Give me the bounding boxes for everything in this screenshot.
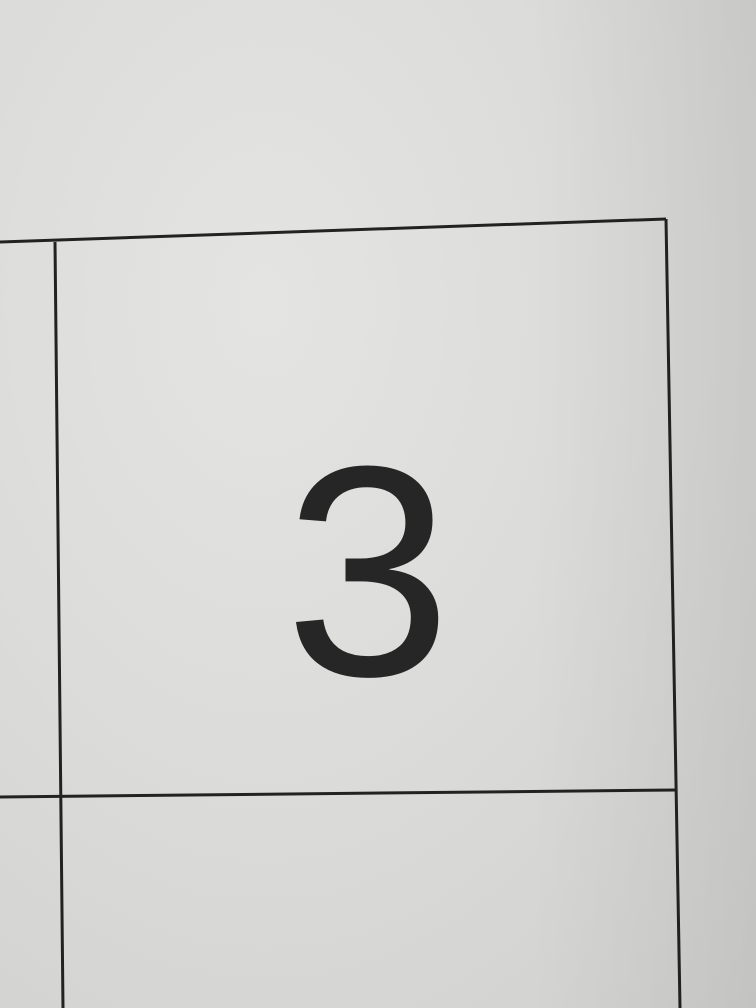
- grid-middle-line: [0, 788, 677, 799]
- grid-left-divider: [53, 241, 65, 1008]
- cell-number: 3: [284, 403, 452, 739]
- grid-right-edge: [664, 218, 682, 1008]
- grid-top-edge: [0, 217, 667, 244]
